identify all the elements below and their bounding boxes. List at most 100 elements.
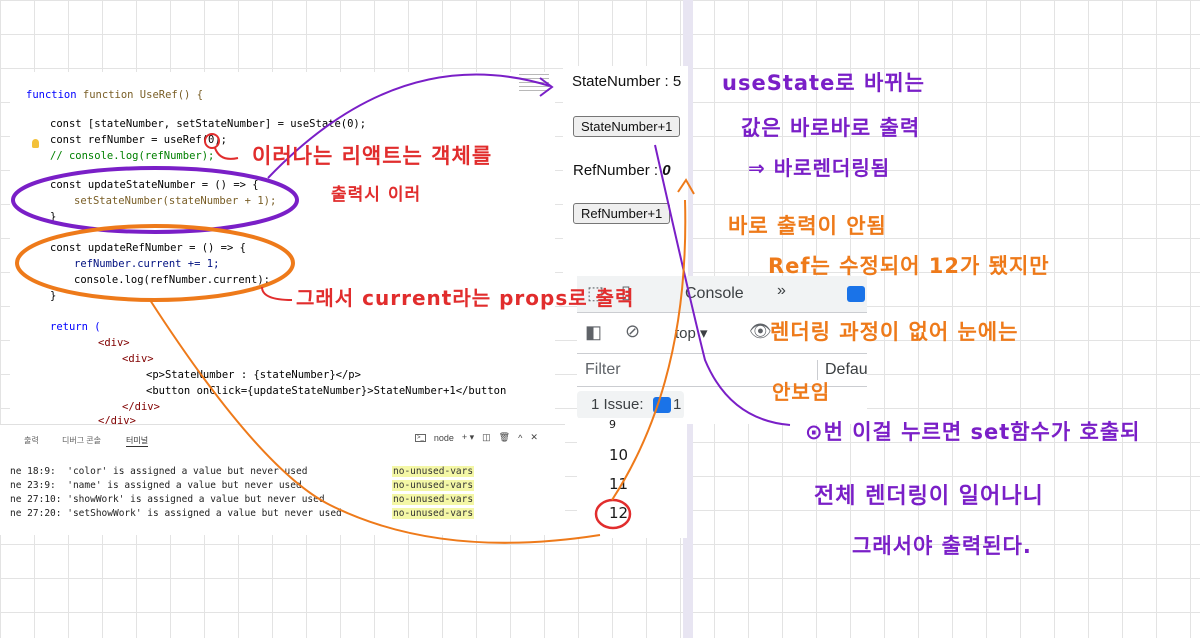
filter-input[interactable]: Filter: [585, 361, 621, 379]
lint-loc: ne 23:9:: [10, 480, 56, 491]
clear-console-icon[interactable]: ⊘: [625, 321, 640, 342]
code-text: function UseRef() {: [82, 89, 204, 101]
lint-line: ne 23:9: 'name' is assigned a value but …: [10, 480, 302, 491]
code-line-16: return (: [50, 321, 101, 333]
code-line-19: <p>StateNumber : {stateNumber}</p>: [146, 369, 361, 381]
minimap: [519, 74, 549, 94]
code-text: return (: [50, 321, 101, 333]
add-terminal-icon[interactable]: + ▾: [462, 432, 474, 443]
state-number-label: StateNumber : 5: [572, 73, 682, 90]
code-line-20: <button onClick={updateStateNumber}>Stat…: [146, 385, 506, 397]
lint-loc: ne 27:20:: [10, 508, 62, 519]
code-text: const updateRefNumber = () => {: [50, 242, 246, 254]
lint-rule: no-unused-vars: [392, 466, 475, 477]
split-icon[interactable]: ◫: [482, 432, 491, 443]
note-red-2: 출력시 이러: [331, 185, 422, 205]
code-text: <p>StateNumber : {stateNumber}</p>: [146, 369, 361, 381]
code-line-4: const refNumber = useRef(0);: [50, 134, 227, 146]
code-text: </div>: [98, 415, 136, 424]
log-levels-dropdown[interactable]: Defau: [825, 361, 867, 379]
note-orange-2: Ref는 수정되어 12가 됐지만: [768, 254, 1050, 278]
context-value: top: [675, 325, 696, 342]
note-red-3: 그래서 current라는 props로 출력: [296, 286, 635, 310]
code-text: <div>: [122, 353, 154, 365]
note-red-1: 이러나는 리액트는 객체를: [252, 144, 493, 168]
lint-loc: ne 18:9:: [10, 466, 56, 477]
issues-label: 1 Issue:: [591, 396, 644, 413]
code-line-14: }: [50, 290, 56, 302]
sidebar-toggle-icon[interactable]: ◧: [585, 322, 602, 343]
code-editor[interactable]: function function UseRef() { const [stat…: [10, 72, 555, 424]
issues-chat-icon[interactable]: [847, 286, 865, 302]
lint-message: 'name' is assigned a value but never use…: [67, 480, 302, 491]
lint-message: 'setShowWork' is assigned a value but ne…: [67, 508, 342, 519]
note-orange-4: 안보임: [772, 380, 831, 404]
code-line-17: <div>: [98, 337, 130, 349]
console-line: 11: [609, 475, 629, 493]
ref-number-label-text: RefNumber :: [573, 162, 663, 179]
code-line-18: <div>: [122, 353, 154, 365]
ref-number-label: RefNumber : 0: [573, 162, 671, 179]
note-purple-6: 그래서야 출력된다.: [852, 534, 1032, 558]
code-text: refNumber.current += 1;: [74, 258, 220, 270]
console-line: 10: [609, 446, 629, 464]
code-line-11: const updateRefNumber = () => {: [50, 242, 246, 254]
tab-console[interactable]: Console: [685, 285, 744, 303]
note-purple-4: ⊙번 이걸 누르면 set함수가 호출되: [805, 420, 1141, 444]
chevron-up-icon[interactable]: ^: [518, 433, 522, 443]
tab-terminal[interactable]: 터미널: [126, 435, 149, 447]
code-line-7: const updateStateNumber = () => {: [50, 179, 259, 191]
lint-rule: no-unused-vars: [392, 508, 475, 519]
terminal-toolbar: >_ node + ▾ ◫ 🗑 ^ ✕: [415, 432, 538, 443]
ref-number-value: 0: [662, 162, 671, 179]
code-line-21: </div>: [122, 401, 160, 413]
note-purple-5: 전체 렌더링이 일어나니: [814, 484, 1044, 509]
note-purple-2: 값은 바로바로 출력: [741, 116, 921, 140]
code-line-8: setStateNumber(stateNumber + 1);: [74, 195, 276, 207]
terminal-shell-name[interactable]: node: [434, 433, 454, 443]
terminal-icon: >_: [415, 433, 426, 442]
state-number-button[interactable]: StateNumber+1: [573, 116, 681, 137]
code-line-22: </div>: [98, 415, 136, 424]
console-line: 12: [609, 504, 629, 522]
code-line-5: // console.log(refNumber);: [50, 150, 214, 162]
code-line-13: console.log(refNumber.current);: [74, 274, 270, 286]
note-purple-1: useState로 바뀌는: [722, 71, 925, 95]
console-output: 9 10 11 12: [577, 418, 687, 538]
code-line-9: }: [50, 211, 56, 223]
code-text: </div>: [122, 401, 160, 413]
lint-loc: ne 27:10:: [10, 494, 62, 505]
lint-rule: no-unused-vars: [392, 480, 475, 491]
code-text: const updateStateNumber = () => {: [50, 179, 259, 191]
note-orange-1: 바로 출력이 안됨: [728, 214, 887, 238]
code-text: }: [50, 211, 57, 223]
ref-number-button[interactable]: RefNumber+1: [573, 203, 671, 224]
lint-rule: no-unused-vars: [392, 494, 475, 505]
note-orange-3: 렌더링 과정이 없어 눈에는: [770, 320, 1019, 344]
trash-icon[interactable]: 🗑: [499, 432, 510, 443]
code-text: // console.log(refNumber);: [50, 150, 215, 162]
note-purple-3: ⇒ 바로렌더링됨: [748, 156, 891, 180]
tab-debug-console[interactable]: 디버그 콘솔: [62, 435, 101, 446]
tab-output[interactable]: 출력: [24, 435, 39, 446]
issue-chat-icon: [653, 397, 671, 413]
code-line-12: refNumber.current += 1;: [74, 258, 219, 270]
close-icon[interactable]: ✕: [530, 432, 538, 443]
code-line-1: function function UseRef() {: [26, 89, 204, 101]
code-line-3: const [stateNumber, setStateNumber] = us…: [50, 118, 366, 130]
code-text: <button onClick={updateStateNumber}>Stat…: [146, 385, 507, 397]
code-text: const [stateNumber, setStateNumber] = us…: [50, 118, 367, 130]
lint-line: ne 27:10: 'showWork' is assigned a value…: [10, 494, 325, 505]
code-text: const refNumber = useRef(0);: [50, 134, 228, 146]
lightbulb-icon[interactable]: [32, 139, 39, 148]
code-text: console.log(refNumber.current);: [74, 274, 270, 286]
context-selector[interactable]: top ▾: [675, 324, 708, 342]
issues-button[interactable]: 1 Issue: 1: [577, 391, 684, 419]
more-tabs-icon[interactable]: »: [777, 282, 786, 300]
eye-icon[interactable]: 👁: [749, 321, 772, 342]
lint-line: ne 18:9: 'color' is assigned a value but…: [10, 466, 307, 477]
code-text: }: [50, 290, 57, 302]
browser-preview: StateNumber : 5 StateNumber+1 RefNumber …: [563, 66, 688, 276]
terminal-panel: 출력 디버그 콘솔 터미널 >_ node + ▾ ◫ 🗑 ^ ✕ ne 18:…: [0, 424, 565, 535]
lint-message: 'showWork' is assigned a value but never…: [67, 494, 325, 505]
